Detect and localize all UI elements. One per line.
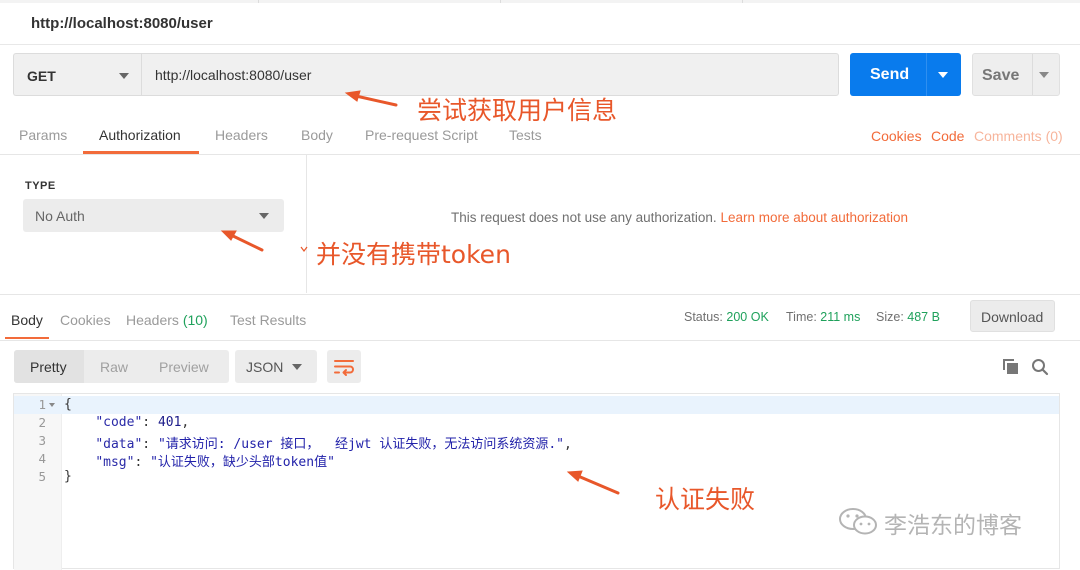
fold-toggle-icon[interactable] [49,403,55,407]
search-icon[interactable] [1031,358,1049,376]
send-options-icon[interactable] [938,72,948,78]
copy-icon[interactable] [1002,358,1020,376]
json-value-code: 401 [157,415,182,430]
line-number: 1 [38,397,46,412]
tab-tests[interactable]: Tests [509,127,542,143]
response-tab-cookies[interactable]: Cookies [60,312,111,328]
learn-more-auth-link[interactable]: Learn more about authorization [720,210,908,225]
method-select[interactable]: GET [13,53,141,96]
line-number: 4 [38,451,46,466]
active-response-tab-indicator [5,337,49,339]
watermark-text: 李浩东的博客 [884,513,1022,539]
auth-message: This request does not use any authorizat… [451,210,908,225]
json-key-data: "data" [95,437,143,452]
annotation-no-token: 并没有携带token [316,240,511,269]
json-key-msg: "msg" [95,455,135,470]
json-key-code: "code" [95,415,143,430]
save-label: Save [982,67,1020,84]
line-number: 5 [38,469,46,484]
tab-strip [0,0,1080,3]
code-line-4: "msg": "认证失败，缺少头部token值" [95,455,335,470]
view-pretty-button[interactable]: Pretty [30,359,67,375]
response-tab-headers-label: Headers [126,312,179,328]
request-title[interactable]: http://localhost:8080/user [31,15,213,32]
time-readout: Time: 211 ms [786,310,860,324]
tab-params[interactable]: Params [19,127,67,143]
response-tab-test-results[interactable]: Test Results [230,312,306,328]
time-label: Time: [786,310,817,324]
auth-message-text: This request does not use any authorizat… [451,210,717,225]
status-readout: Status: 200 OK [684,310,769,324]
tab-headers[interactable]: Headers [215,127,268,143]
size-label: Size: [876,310,904,324]
response-tab-body[interactable]: Body [11,312,43,328]
wrap-lines-button[interactable] [327,350,361,383]
code-line-5: } [64,469,72,484]
code-line-3: "data": "请求访问: /user 接口， 经jwt 认证失败，无法访问系… [95,437,572,452]
response-tabs: Body Cookies Headers (10) Test Results S… [0,294,1080,341]
code-link[interactable]: Code [931,128,964,144]
headers-count-badge: (10) [182,312,208,328]
auth-type-value: No Auth [35,208,85,224]
auth-type-label: TYPE [25,180,56,192]
view-preview-button[interactable]: Preview [159,359,209,375]
size-value: 487 B [907,310,940,324]
format-select[interactable]: JSON [235,350,317,383]
line-number: 3 [38,433,46,448]
chevron-down-icon [292,364,302,370]
code-line-1: { [64,397,72,412]
comments-link[interactable]: Comments (0) [974,128,1063,144]
tab-authorization[interactable]: Authorization [99,127,181,143]
line-number: 2 [38,415,46,430]
active-line-highlight [14,396,1059,414]
send-label: Send [870,66,910,83]
url-value: http://localhost:8080/user [155,67,312,83]
json-value-data: "请求访问: /user 接口， 经jwt 认证失败，无法访问系统资源." [157,437,564,452]
status-label: Status: [684,310,723,324]
cookies-link[interactable]: Cookies [871,128,922,144]
wechat-logo-icon [839,508,877,535]
annotation-try-get-user: 尝试获取用户信息 [417,96,618,125]
annotation-auth-failed: 认证失败 [655,485,756,514]
auth-type-select[interactable]: No Auth [23,199,284,232]
tab-body[interactable]: Body [301,127,333,143]
json-value-msg: "认证失败，缺少头部token值" [150,455,335,470]
chevron-down-icon [119,73,129,79]
wrap-lines-icon [334,360,354,376]
format-value: JSON [246,359,284,375]
save-divider [1032,54,1033,95]
url-input[interactable]: http://localhost:8080/user [141,53,839,96]
chevron-down-icon [259,213,269,219]
send-button[interactable]: Send [850,53,961,96]
active-tab-indicator [83,151,199,154]
response-body-editor[interactable]: 1 2 3 4 5 { "code": 401, "data": "请求访问: … [13,393,1060,570]
send-divider [926,53,927,96]
download-button[interactable]: Download [970,300,1055,332]
method-label: GET [27,68,56,84]
save-button[interactable]: Save [972,53,1060,96]
arrow-to-url [354,94,398,107]
download-label: Download [981,309,1044,325]
tab-pre-request-script[interactable]: Pre-request Script [365,127,478,143]
response-tab-headers[interactable]: Headers (10) [126,312,208,328]
code-line-2: "code": 401, [95,415,190,430]
time-value: 211 ms [820,310,861,324]
size-readout: Size: 487 B [876,310,940,324]
view-mode-group: Pretty Raw Preview [14,350,229,383]
view-raw-button[interactable]: Raw [100,359,128,375]
status-value: 200 OK [726,310,769,324]
save-options-icon[interactable] [1039,72,1049,78]
